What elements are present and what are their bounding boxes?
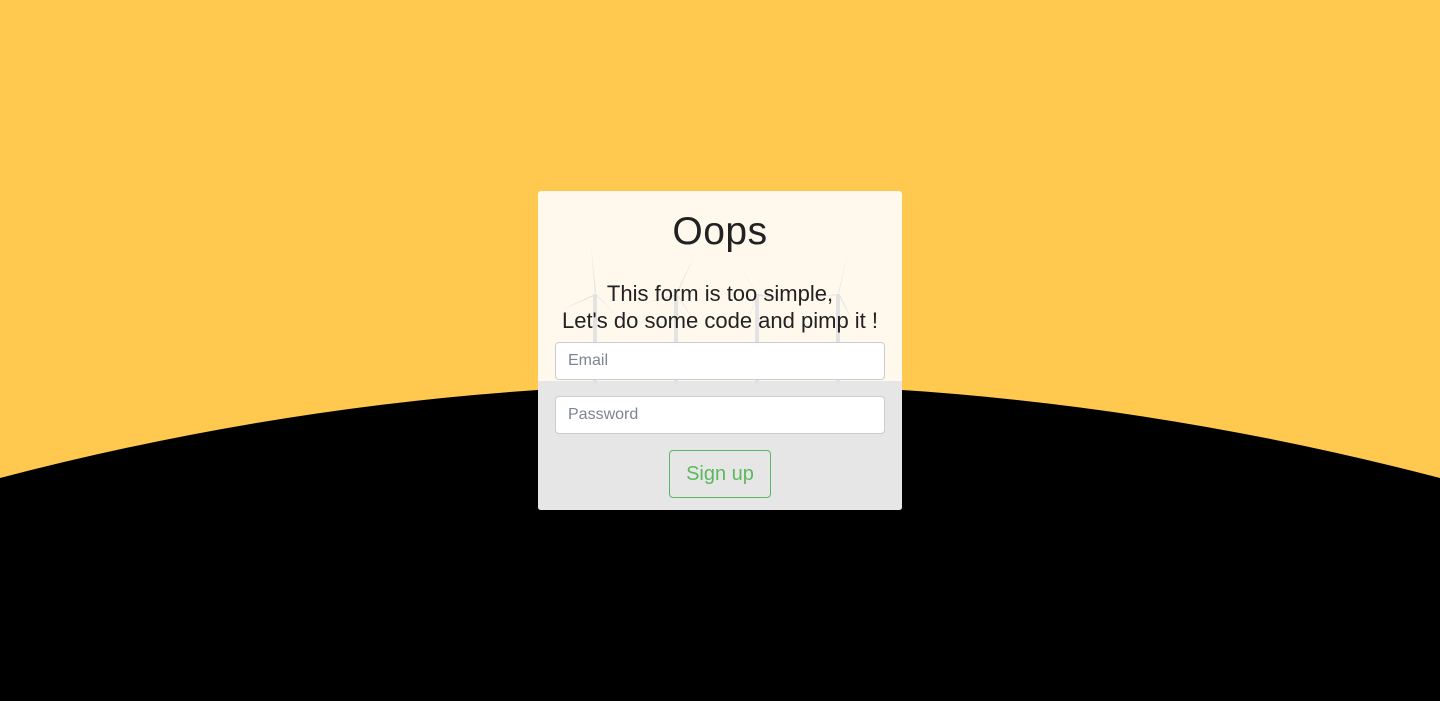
signup-form: Sign up [538, 342, 902, 498]
card-title: Oops [672, 210, 768, 253]
signup-card: Oops This form is too simple, Let's do s… [538, 191, 902, 510]
page-background: Oops This form is too simple, Let's do s… [0, 0, 1440, 701]
email-field[interactable] [555, 342, 885, 380]
subtitle-line-2: Let's do some code and pimp it ! [561, 308, 879, 333]
subtitle-line-1: This form is too simple, [606, 281, 834, 306]
card-content: Oops This form is too simple, Let's do s… [538, 191, 902, 498]
password-field[interactable] [555, 396, 885, 434]
card-subtitle: This form is too simple, Let's do some c… [538, 280, 902, 334]
signup-button[interactable]: Sign up [669, 450, 771, 498]
